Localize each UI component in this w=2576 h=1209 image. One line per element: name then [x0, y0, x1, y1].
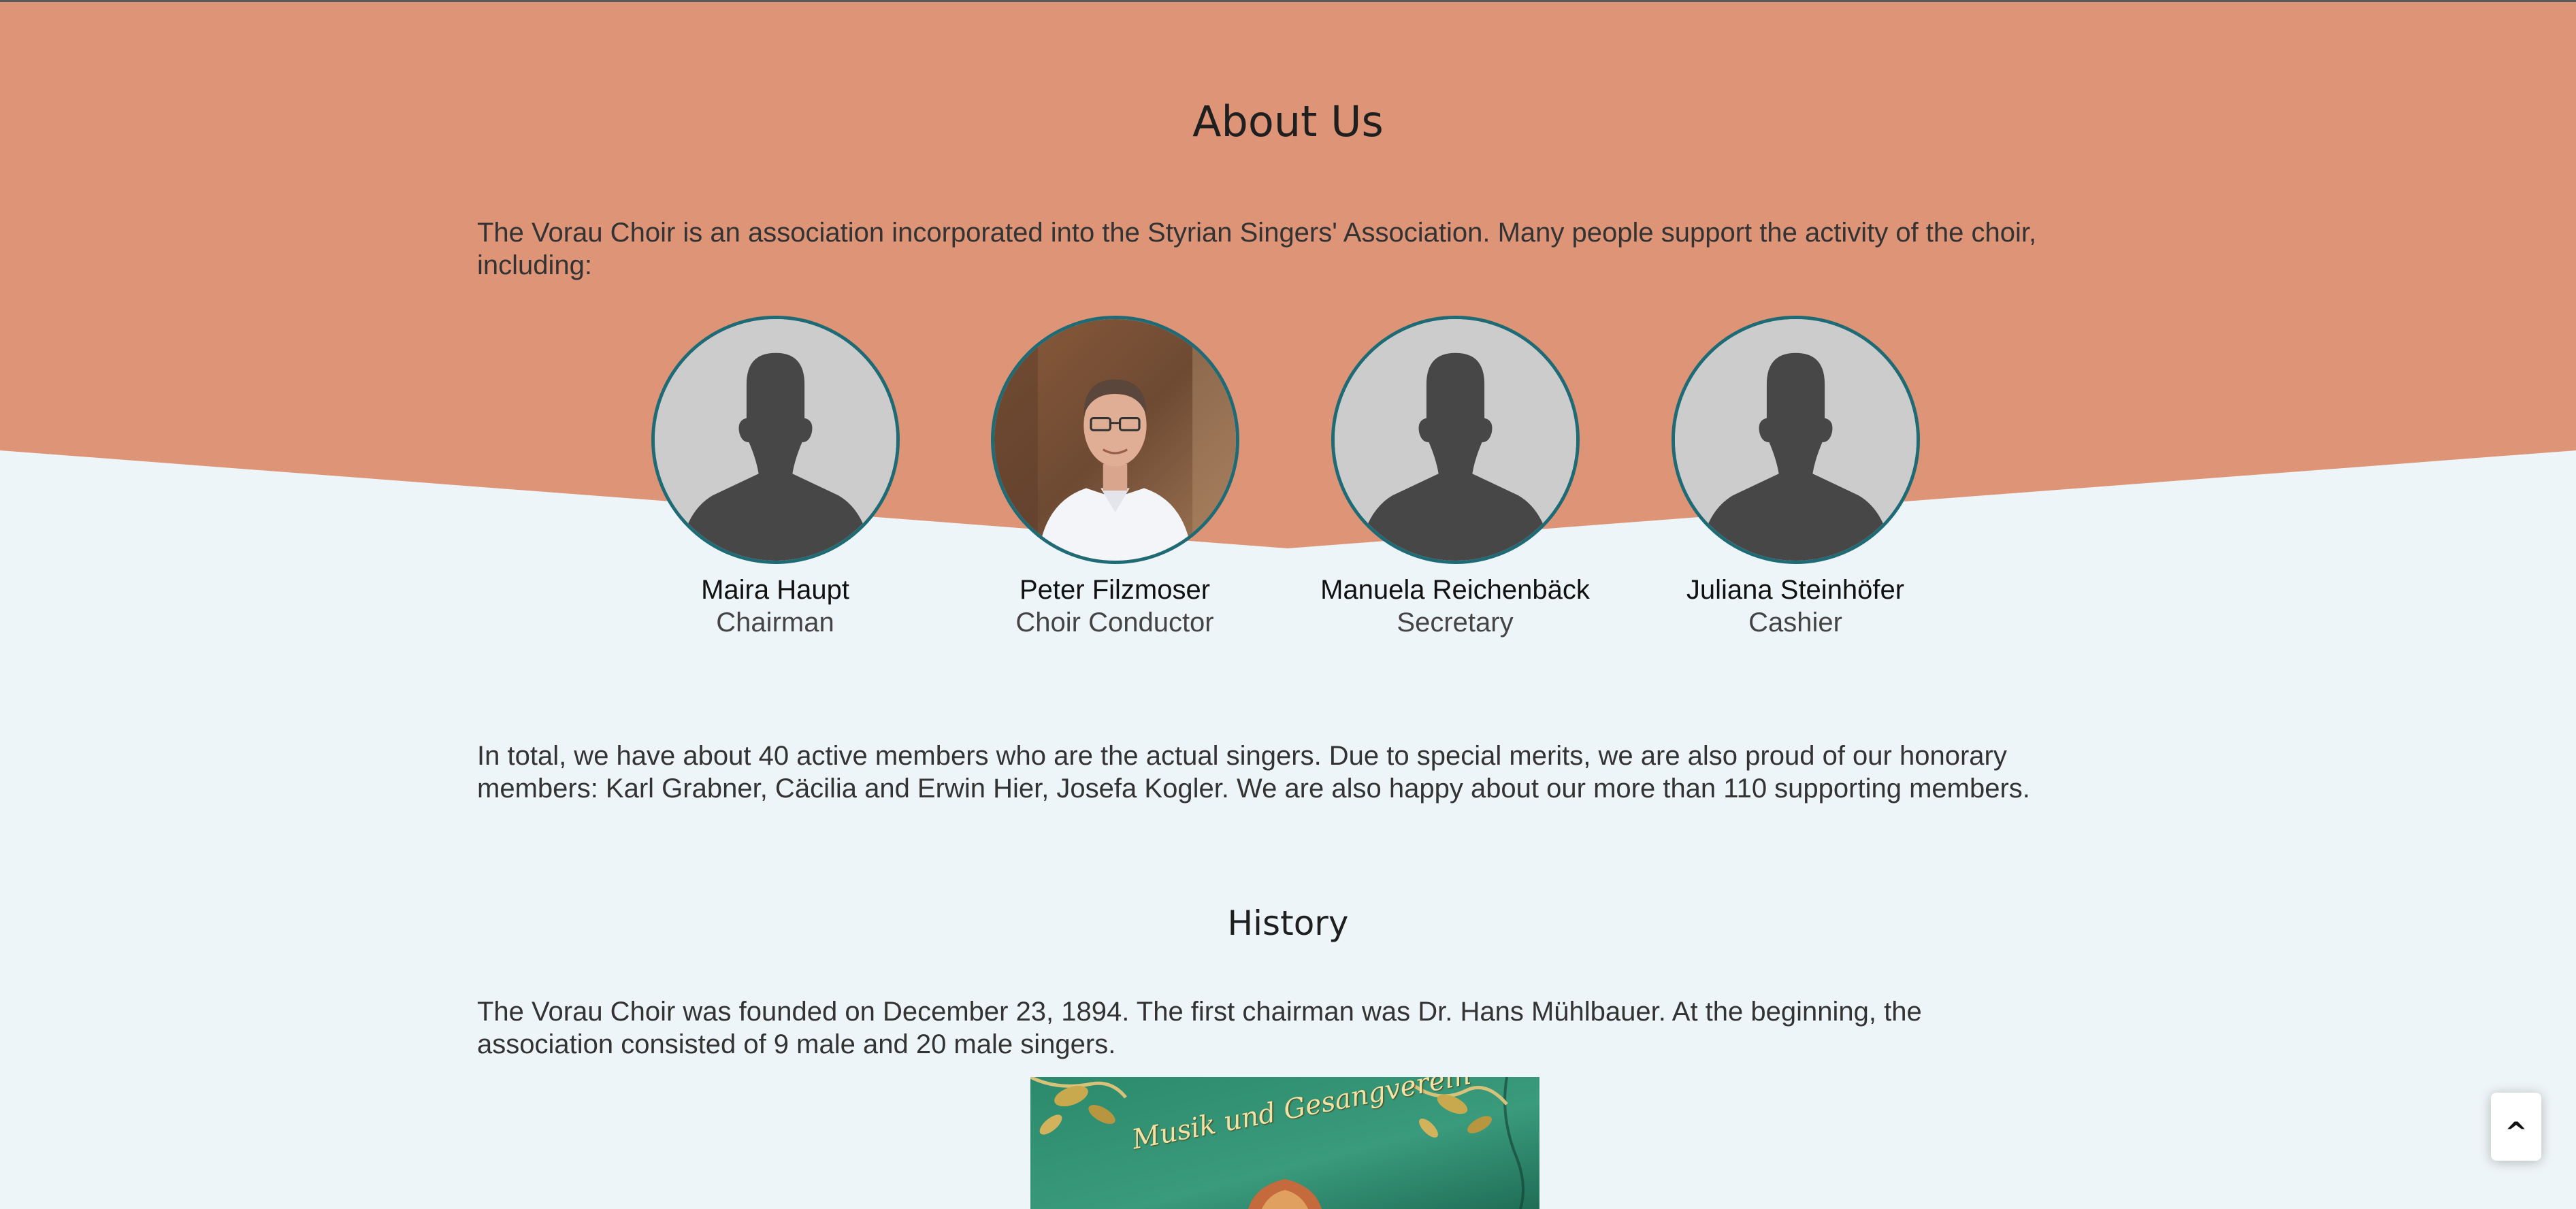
person-role: Choir Conductor [1015, 608, 1214, 637]
history-title: History [1227, 904, 1349, 943]
person-name: Manuela Reichenbäck [1320, 575, 1590, 605]
person-silhouette-icon [654, 319, 896, 561]
history-banner-image: Musik und Gesangverein [1030, 1077, 1539, 1209]
banner-inscription: Musik und Gesangverein [1030, 1077, 1539, 1209]
person-name: Juliana Steinhöfer [1686, 575, 1905, 605]
person-role: Cashier [1748, 608, 1842, 637]
person-name: Maira Haupt [701, 575, 849, 605]
person-card: Manuela Reichenbäck Secretary [1285, 316, 1625, 639]
about-title: About Us [1192, 97, 1384, 146]
person-role: Secretary [1397, 608, 1514, 637]
avatar-placeholder [1331, 316, 1580, 564]
history-text: The Vorau Choir was founded on December … [477, 997, 1922, 1059]
person-silhouette-icon [1674, 319, 1917, 561]
avatar-placeholder [651, 316, 900, 564]
person-role: Chairman [716, 608, 834, 637]
about-section: About Us The Vorau Choir is an associati… [0, 0, 2576, 1209]
avatar-photo [990, 316, 1239, 564]
person-silhouette-icon [1334, 319, 1576, 561]
top-divider-line [0, 0, 2576, 2]
person-name: Peter Filzmoser [1019, 575, 1211, 605]
scroll-to-top-button[interactable]: ^ [2491, 1093, 2541, 1161]
portrait-photo-icon [994, 319, 1236, 561]
person-card: Maira Haupt Chairman [605, 316, 945, 639]
banner-inscription-text: Musik und Gesangverein [1129, 1077, 1473, 1156]
about-intro-text: The Vorau Choir is an association incorp… [477, 218, 2037, 280]
person-card: Juliana Steinhöfer Cashier [1625, 316, 1966, 639]
person-card: Peter Filzmoser Choir Conductor [945, 316, 1285, 639]
members-text: In total, we have about 40 active member… [477, 741, 2030, 804]
avatar-placeholder [1671, 316, 1920, 564]
